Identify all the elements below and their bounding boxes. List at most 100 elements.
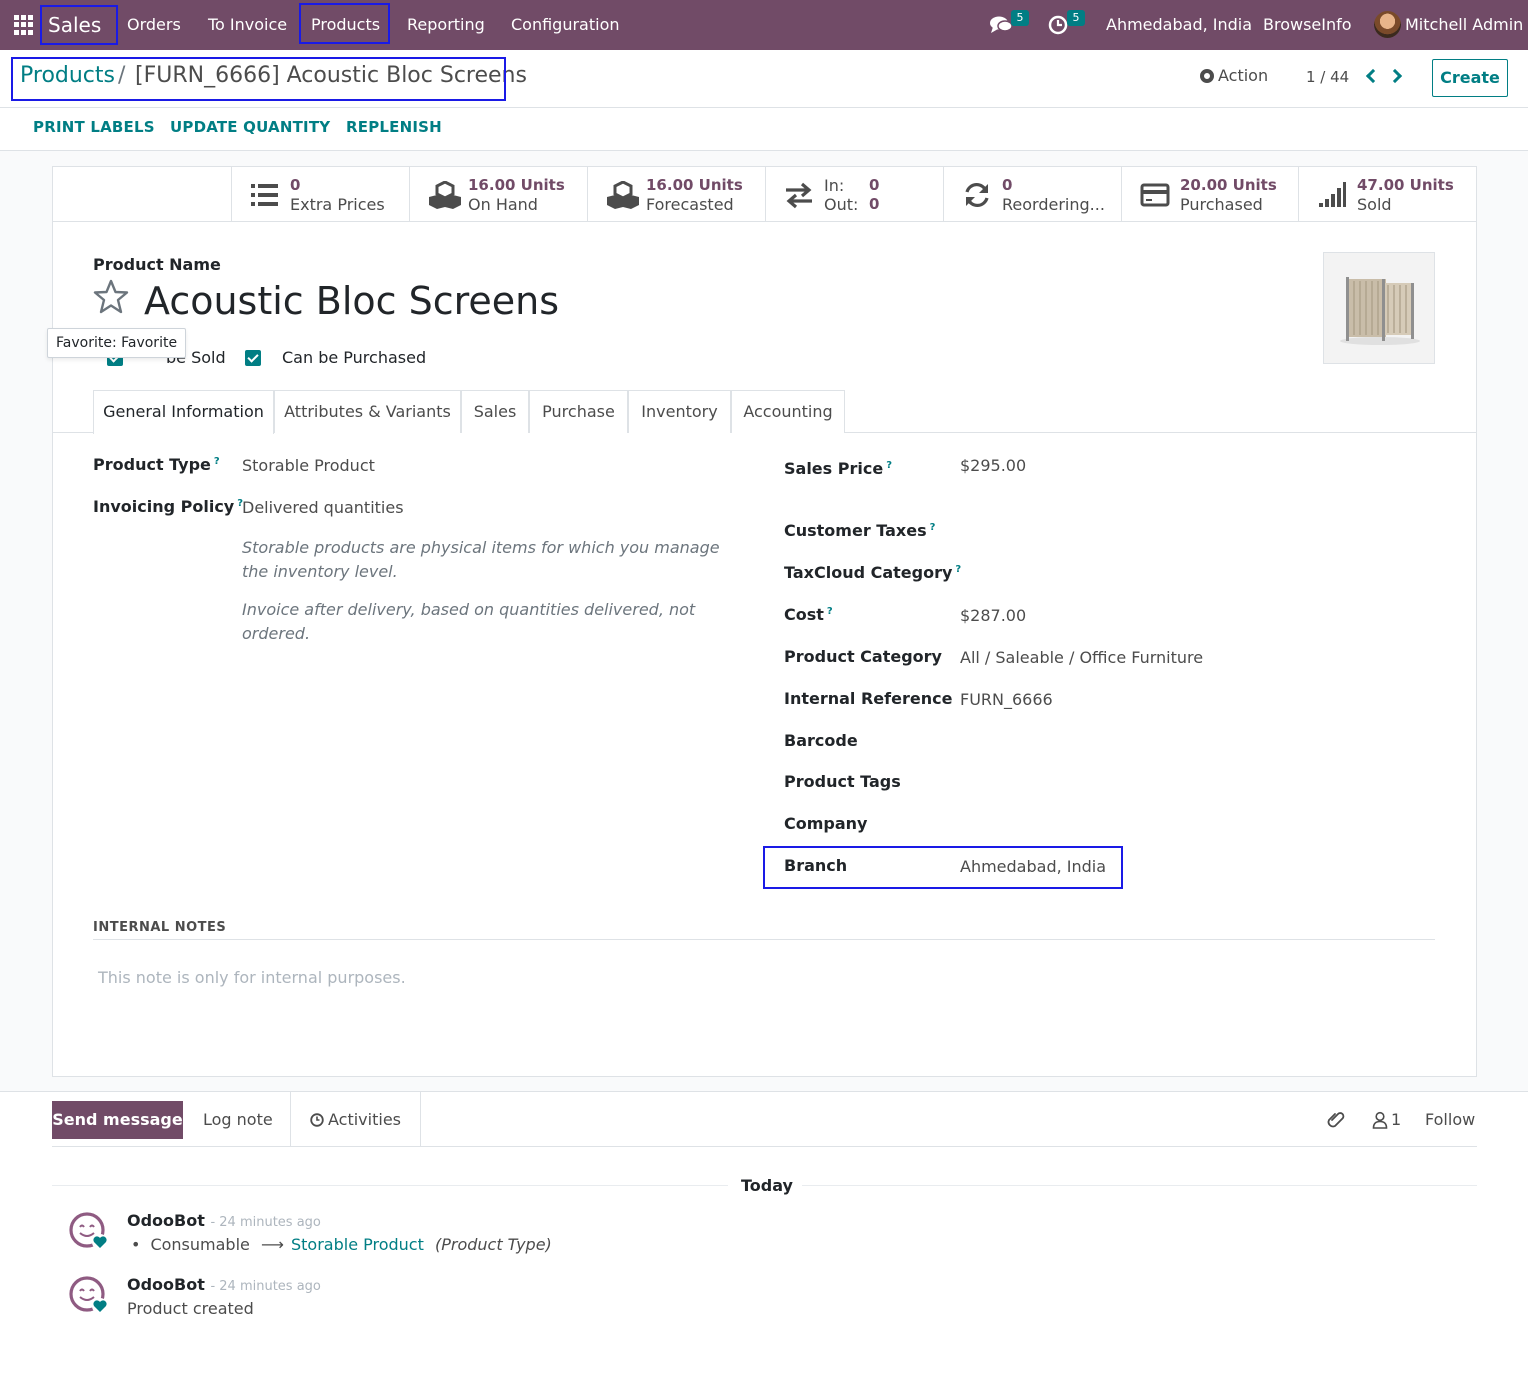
reordering-label: Reordering... <box>1002 195 1105 214</box>
help-tooltip-icon: ? <box>826 605 833 617</box>
product-image[interactable] <box>1323 252 1435 364</box>
tab-accounting[interactable]: Accounting <box>731 390 845 433</box>
menu-configuration[interactable]: Configuration <box>511 0 620 50</box>
customer-taxes-label: Customer Taxes? <box>784 521 936 540</box>
help-tooltip-icon: ? <box>929 521 936 533</box>
tab-inventory[interactable]: Inventory <box>628 390 731 433</box>
create-button[interactable]: Create <box>1432 59 1508 97</box>
internal-notes-input[interactable]: This note is only for internal purposes. <box>98 968 406 987</box>
followers-count: 1 <box>1391 1110 1402 1129</box>
user-menu[interactable]: Mitchell Admin <box>1405 0 1523 50</box>
log-note-button[interactable]: Log note <box>203 1101 273 1139</box>
replenish-button[interactable]: REPLENISH <box>346 118 442 136</box>
barcode-label: Barcode <box>784 731 858 750</box>
menu-products[interactable]: Products <box>311 0 380 50</box>
help-tooltip-icon: ? <box>886 459 892 471</box>
tracking-change: • Consumable ⟶ Storable Product (Product … <box>131 1235 552 1254</box>
breadcrumb-separator: / <box>118 63 126 88</box>
activities-clock-icon[interactable] <box>1048 15 1068 35</box>
today-divider-left <box>52 1185 728 1186</box>
send-message-button[interactable]: Send message <box>52 1101 183 1139</box>
clock-icon <box>310 1113 324 1127</box>
user-avatar[interactable] <box>1374 11 1401 38</box>
cubes-icon <box>429 181 461 209</box>
app-name[interactable]: Sales <box>48 0 101 50</box>
favorite-tooltip: Favorite: Favorite <box>47 328 187 358</box>
control-panel-divider <box>0 107 1528 108</box>
company-switcher[interactable]: BrowseInfo <box>1263 0 1352 50</box>
menu-reporting[interactable]: Reporting <box>407 0 485 50</box>
odoobot-avatar[interactable] <box>68 1211 108 1251</box>
menu-to-invoice[interactable]: To Invoice <box>208 0 287 50</box>
invoicing-policy-label: Invoicing Policy? <box>93 497 244 516</box>
chatter-toolbar-line <box>52 1146 1477 1147</box>
message-author: OdooBot - 24 minutes ago <box>127 1275 321 1294</box>
menu-orders[interactable]: Orders <box>127 0 181 50</box>
notebook-tabs: General Information Attributes & Variant… <box>53 390 1476 434</box>
purchased-label: Purchased <box>1180 195 1263 214</box>
pager-value[interactable]: 1 / 44 <box>1306 68 1349 86</box>
activities-badge: 5 <box>1067 10 1085 26</box>
purchased-button[interactable]: 20.00 Units Purchased <box>1121 167 1298 222</box>
sales-price-field[interactable]: $295.00 <box>960 456 1026 475</box>
message-body: Product created <box>127 1299 254 1318</box>
exchange-icon <box>786 182 812 209</box>
sales-price-label: Sales Price? <box>784 459 892 478</box>
pager-next-icon[interactable] <box>1387 68 1403 84</box>
activities-button[interactable]: Activities <box>310 1101 401 1139</box>
tab-attributes-variants[interactable]: Attributes & Variants <box>274 390 461 433</box>
form-sheet: 0 Extra Prices 16.00 Units On Hand 16.00… <box>47 166 1477 1077</box>
breadcrumb-products[interactable]: Products <box>20 63 115 88</box>
can-be-purchased-label: Can be Purchased <box>282 348 427 367</box>
reordering-button[interactable]: 0 Reordering... <box>943 167 1121 222</box>
in-value: 0 <box>869 176 880 194</box>
extra-prices-value: 0 <box>290 176 301 194</box>
can-be-purchased-checkbox[interactable] <box>245 350 261 366</box>
product-name-field[interactable]: Acoustic Bloc Screens <box>144 279 559 323</box>
on-hand-button[interactable]: 16.00 Units On Hand <box>409 167 587 222</box>
sold-label: Sold <box>1357 195 1392 214</box>
forecasted-button[interactable]: 16.00 Units Forecasted <box>587 167 765 222</box>
in-out-button[interactable]: In: 0 Out: 0 <box>765 167 943 222</box>
extra-prices-button[interactable]: 0 Extra Prices <box>231 167 409 222</box>
messages-badge: 5 <box>1011 10 1029 26</box>
update-quantity-button[interactable]: UPDATE QUANTITY <box>170 118 330 136</box>
favorite-star-icon[interactable] <box>93 279 129 315</box>
apps-menu-icon[interactable] <box>14 15 34 35</box>
tab-sales[interactable]: Sales <box>461 390 529 433</box>
product-type-label: Product Type? <box>93 455 220 474</box>
internal-reference-field[interactable]: FURN_6666 <box>960 690 1053 709</box>
product-type-field[interactable]: Storable Product <box>242 456 375 475</box>
message-timestamp: - 24 minutes ago <box>210 1215 321 1230</box>
messages-icon[interactable] <box>989 15 1013 35</box>
list-icon <box>251 184 278 206</box>
followers-button[interactable]: 1 <box>1372 1101 1401 1139</box>
extra-prices-label: Extra Prices <box>290 195 385 214</box>
paperclip-icon[interactable] <box>1326 1110 1346 1130</box>
action-menu-button[interactable]: Action <box>1200 66 1268 85</box>
smart-button-bar: 0 Extra Prices 16.00 Units On Hand 16.00… <box>53 167 1476 222</box>
follow-button[interactable]: Follow <box>1425 1101 1475 1139</box>
sold-value: 47.00 Units <box>1357 176 1454 194</box>
product-tags-label: Product Tags <box>784 772 901 791</box>
activities-label: Activities <box>328 1110 401 1129</box>
pager-previous-icon[interactable] <box>1365 68 1381 84</box>
sold-button[interactable]: 47.00 Units Sold <box>1298 167 1476 222</box>
cost-field[interactable]: $287.00 <box>960 606 1026 625</box>
help-tooltip-icon: ? <box>955 563 962 575</box>
acoustic-screen-image <box>1340 277 1420 345</box>
branch-field[interactable]: Ahmedabad, India <box>960 857 1106 876</box>
today-divider-right <box>802 1185 1477 1186</box>
product-category-field[interactable]: All / Saleable / Office Furniture <box>960 648 1203 667</box>
control-panel: Products / [FURN_6666] Acoustic Bloc Scr… <box>0 50 1528 151</box>
on-hand-value: 16.00 Units <box>468 176 565 194</box>
signal-bars-icon <box>1319 182 1346 207</box>
credit-card-icon <box>1140 183 1170 207</box>
invoicing-policy-field[interactable]: Delivered quantities <box>242 498 404 517</box>
print-labels-button[interactable]: PRINT LABELS <box>33 118 155 136</box>
branch-switcher[interactable]: Ahmedabad, India <box>1106 0 1252 50</box>
tab-purchase[interactable]: Purchase <box>529 390 628 433</box>
cubes-icon <box>607 181 639 209</box>
tab-general-information[interactable]: General Information <box>93 390 274 434</box>
odoobot-avatar[interactable] <box>68 1275 108 1315</box>
